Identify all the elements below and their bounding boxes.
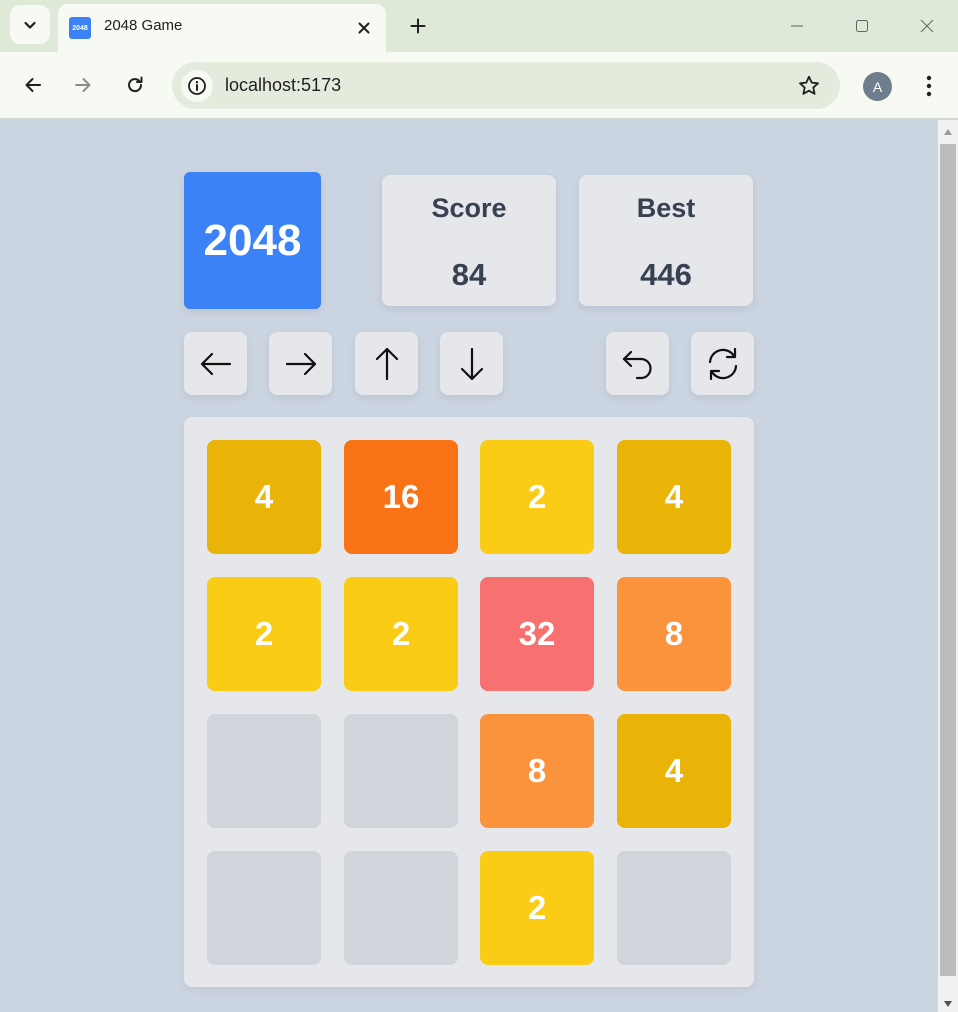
maximize-button[interactable] [840, 10, 884, 42]
tile-2: 2 [480, 440, 594, 554]
bookmark-button[interactable] [796, 73, 822, 99]
minimize-button[interactable] [775, 10, 819, 42]
favicon-icon: 2048 [69, 17, 91, 39]
close-icon [920, 19, 934, 33]
close-icon [358, 22, 370, 34]
reload-button[interactable] [117, 67, 153, 103]
arrow-left-icon [200, 352, 231, 375]
plus-icon [410, 18, 426, 34]
tab-title: 2048 Game [104, 17, 183, 34]
triangle-down-icon [944, 1001, 952, 1007]
tile-8: 8 [617, 577, 731, 691]
empty-tile [344, 714, 458, 828]
reload-icon [128, 76, 143, 93]
empty-tile [344, 851, 458, 965]
url-text: localhost:5173 [225, 75, 342, 95]
arrow-right-icon [75, 78, 91, 92]
undo-icon [622, 350, 652, 379]
score-value: 84 [451, 257, 487, 292]
tile-32: 32 [480, 577, 594, 691]
best-value: 446 [640, 257, 692, 292]
move-down-button[interactable] [440, 332, 503, 395]
move-left-button[interactable] [184, 332, 247, 395]
arrow-down-icon [460, 347, 483, 380]
tab-strip: 2048 2048 Game [0, 0, 958, 52]
move-up-button[interactable] [355, 332, 418, 395]
site-info-button[interactable] [181, 70, 213, 102]
chevron-down-icon [24, 21, 36, 29]
browser-toolbar: localhost:5173 A [0, 52, 958, 119]
tile-2: 2 [207, 577, 321, 691]
game-logo: 2048 [184, 172, 321, 309]
minimize-icon [791, 25, 803, 27]
active-tab[interactable]: 2048 2048 Game [58, 4, 386, 52]
back-button[interactable] [15, 67, 51, 103]
scroll-down-button[interactable] [938, 996, 958, 1012]
more-vertical-icon [926, 75, 932, 97]
best-score-box: Best 446 [579, 175, 753, 306]
move-right-button[interactable] [269, 332, 332, 395]
arrow-left-icon [25, 78, 41, 92]
forward-button[interactable] [65, 67, 101, 103]
arrow-right-icon [285, 352, 316, 375]
vertical-scrollbar[interactable] [938, 120, 958, 1012]
score-label: Score [431, 193, 507, 223]
undo-button[interactable] [606, 332, 669, 395]
tab-close-button[interactable] [352, 16, 376, 40]
tab-search-button[interactable] [10, 5, 50, 44]
game-board: 4 16 2 4 2 2 32 8 8 4 2 [184, 417, 754, 987]
new-tab-button[interactable] [404, 12, 432, 40]
restart-icon [708, 347, 737, 380]
tile-16: 16 [344, 440, 458, 554]
empty-tile [617, 851, 731, 965]
triangle-up-icon [944, 129, 952, 135]
address-bar[interactable]: localhost:5173 [172, 62, 840, 109]
restart-button[interactable] [691, 332, 754, 395]
tile-4: 4 [617, 714, 731, 828]
star-icon [799, 75, 819, 95]
tile-2: 2 [344, 577, 458, 691]
tile-2: 2 [480, 851, 594, 965]
scroll-thumb[interactable] [940, 144, 956, 976]
info-icon [188, 77, 206, 95]
window-close-button[interactable] [905, 10, 949, 42]
scroll-up-button[interactable] [938, 124, 958, 140]
empty-tile [207, 714, 321, 828]
tile-4: 4 [617, 440, 731, 554]
tile-4: 4 [207, 440, 321, 554]
arrow-up-icon [375, 347, 398, 380]
score-box: Score 84 [382, 175, 556, 306]
best-label: Best [636, 193, 696, 223]
profile-avatar[interactable]: A [863, 72, 892, 101]
tile-8: 8 [480, 714, 594, 828]
browser-menu-button[interactable] [914, 70, 944, 102]
maximize-icon [856, 20, 868, 32]
empty-tile [207, 851, 321, 965]
